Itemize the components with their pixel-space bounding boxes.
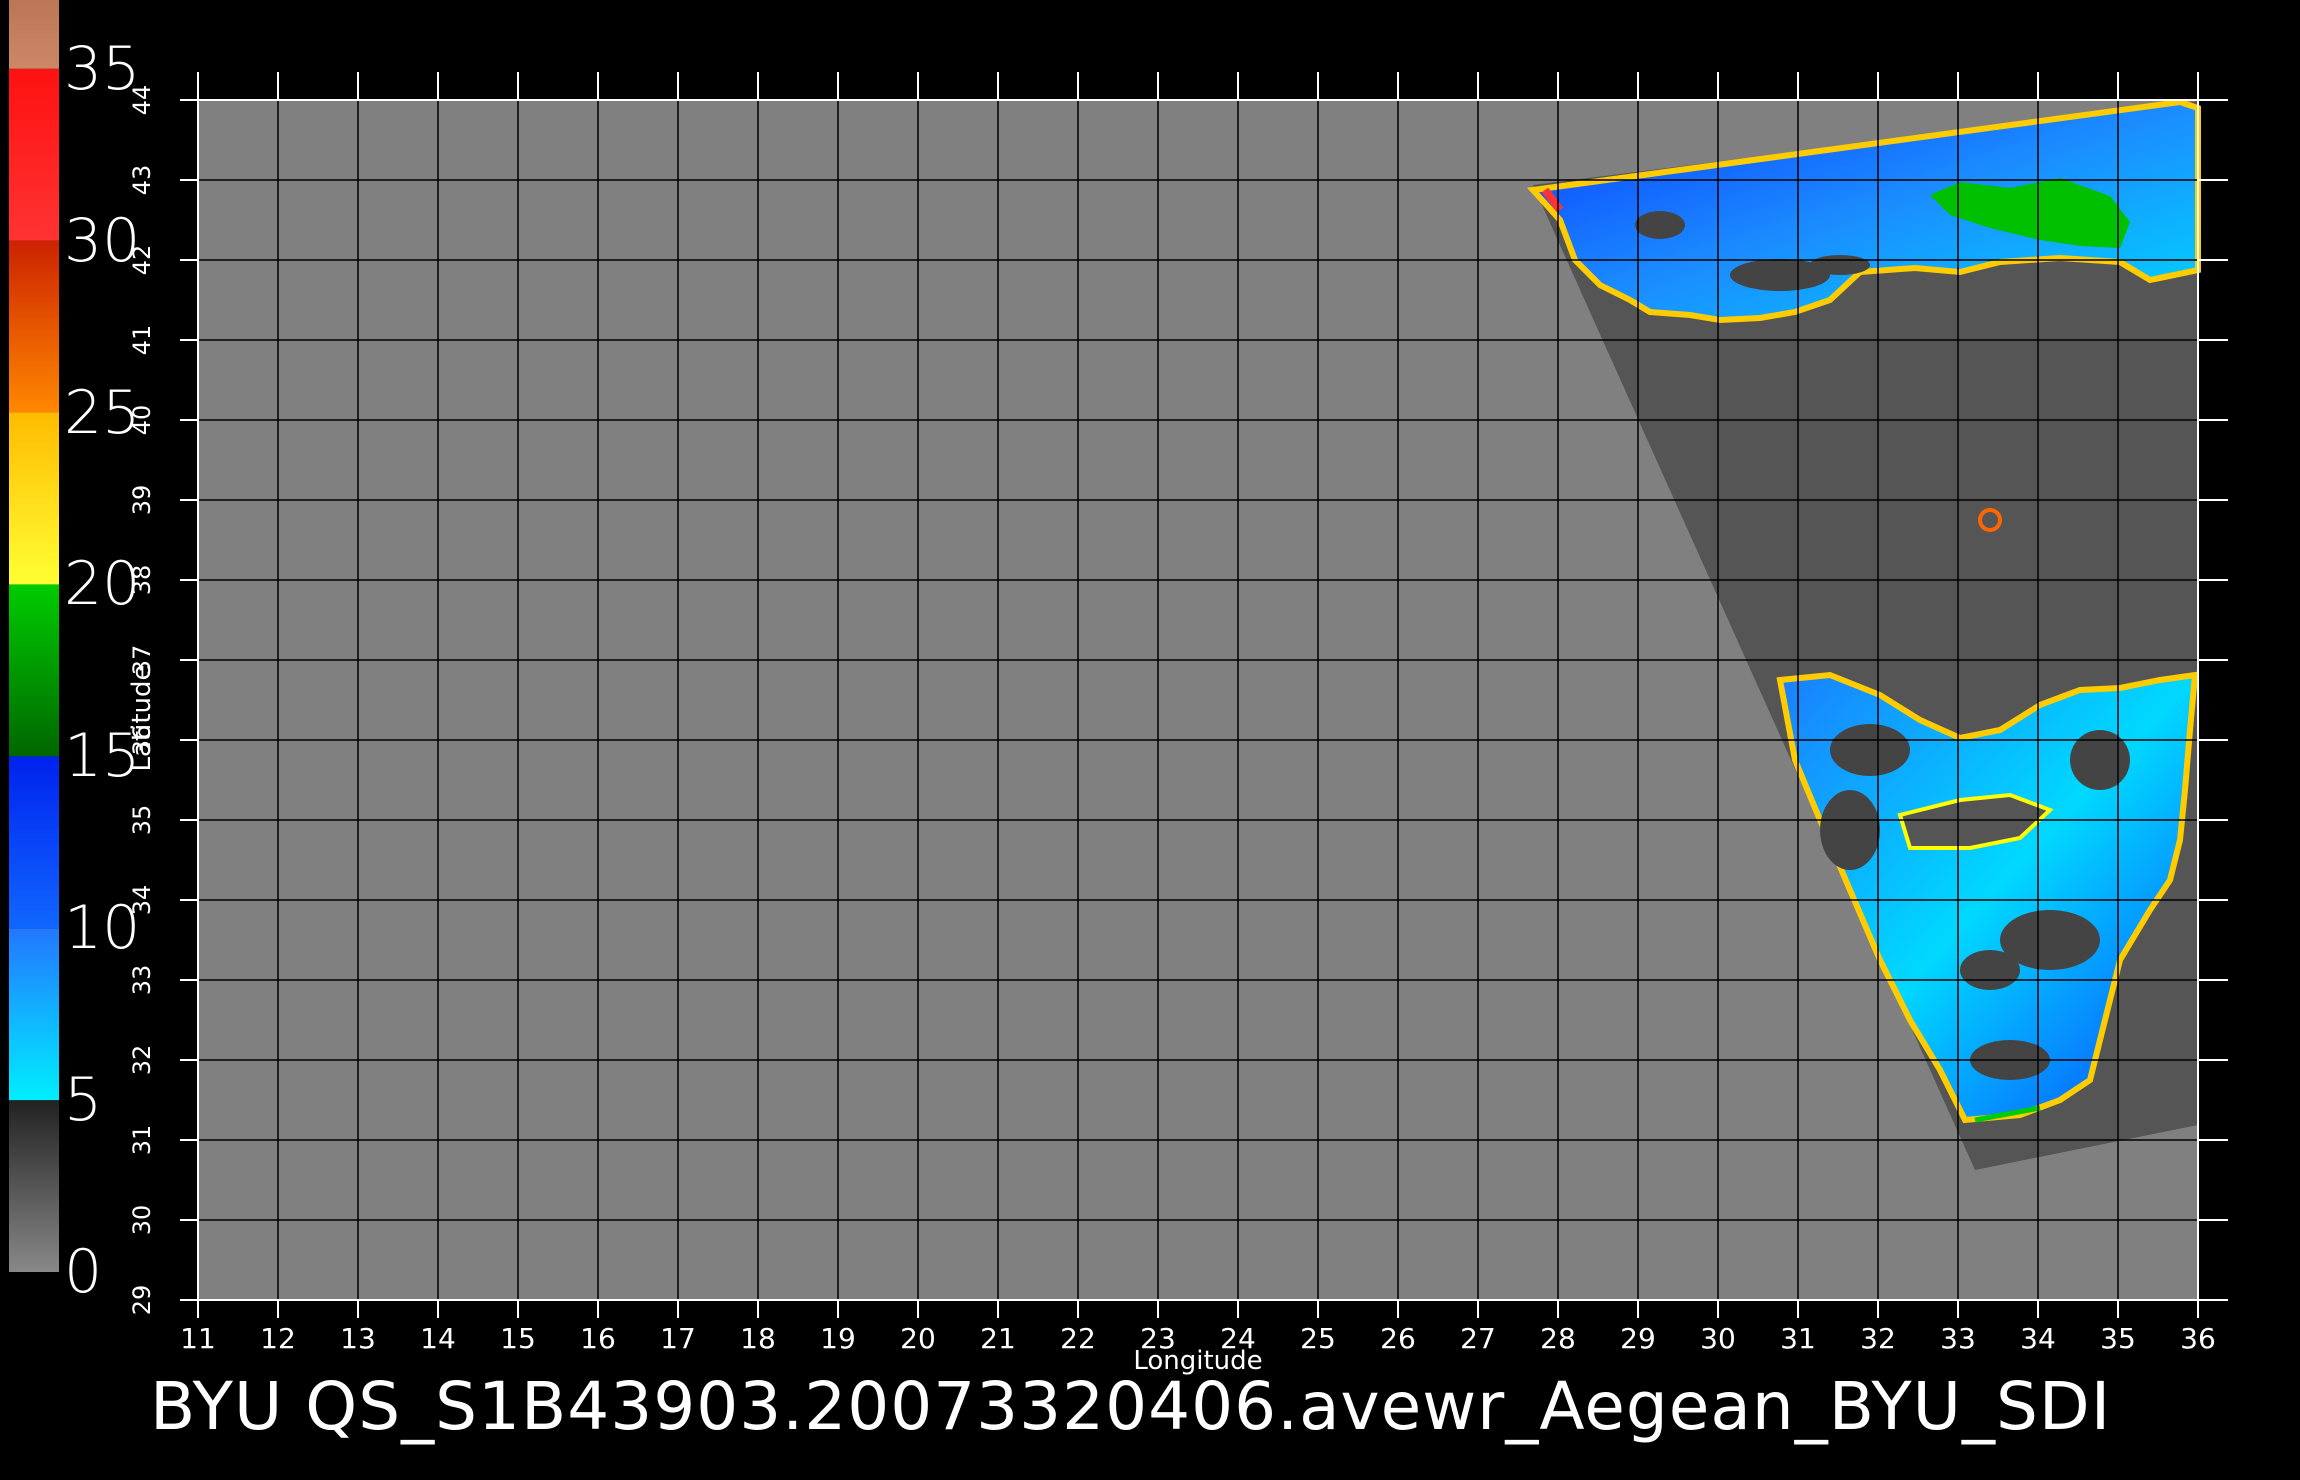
y-tick-label: 35 — [128, 804, 156, 836]
y-tick-label: 32 — [128, 1044, 156, 1076]
x-tick-label: 12 — [260, 1322, 296, 1355]
x-tick-label: 28 — [1540, 1322, 1576, 1355]
x-tick-label: 18 — [740, 1322, 776, 1355]
x-tick-label: 27 — [1460, 1322, 1496, 1355]
x-tick-label: 35 — [2100, 1322, 2136, 1355]
x-tick-label: 11 — [180, 1322, 216, 1355]
x-tick-label: 14 — [420, 1322, 456, 1355]
x-tick-label: 34 — [2020, 1322, 2056, 1355]
x-tick-label: 20 — [900, 1322, 936, 1355]
x-tick-label: 36 — [2180, 1322, 2216, 1355]
plot-area — [180, 72, 2228, 1318]
x-tick-label: 25 — [1300, 1322, 1336, 1355]
x-tick-label: 33 — [1940, 1322, 1976, 1355]
x-tick-label: 19 — [820, 1322, 856, 1355]
y-tick-label: 42 — [128, 244, 156, 276]
y-tick-label: 34 — [128, 884, 156, 916]
x-tick-label: 15 — [500, 1322, 536, 1355]
x-tick-label: 21 — [980, 1322, 1016, 1355]
x-tick-label: 30 — [1700, 1322, 1736, 1355]
y-tick-label: 31 — [128, 1124, 156, 1156]
x-tick-label: 17 — [660, 1322, 696, 1355]
x-tick-label: 32 — [1860, 1322, 1896, 1355]
y-tick-label: 30 — [128, 1204, 156, 1236]
x-tick-label: 16 — [580, 1322, 616, 1355]
x-tick-label: 13 — [340, 1322, 376, 1355]
y-tick-label: 39 — [128, 484, 156, 516]
x-tick-label: 29 — [1620, 1322, 1656, 1355]
y-tick-label: 41 — [128, 324, 156, 356]
x-tick-label: 26 — [1380, 1322, 1416, 1355]
y-tick-label: 38 — [128, 564, 156, 596]
y-tick-label: 44 — [128, 84, 156, 116]
y-axis-label: Latitude — [127, 664, 157, 772]
x-tick-label: 22 — [1060, 1322, 1096, 1355]
image-title: BYU QS_S1B43903.20073320406.avewr_Aegean… — [150, 1368, 2112, 1445]
y-tick-label: 43 — [128, 164, 156, 196]
map-plot — [180, 72, 2228, 1318]
x-tick-label: 31 — [1780, 1322, 1816, 1355]
y-tick-label: 40 — [128, 404, 156, 436]
y-tick-label: 29 — [128, 1284, 156, 1316]
y-tick-label: 33 — [128, 964, 156, 996]
